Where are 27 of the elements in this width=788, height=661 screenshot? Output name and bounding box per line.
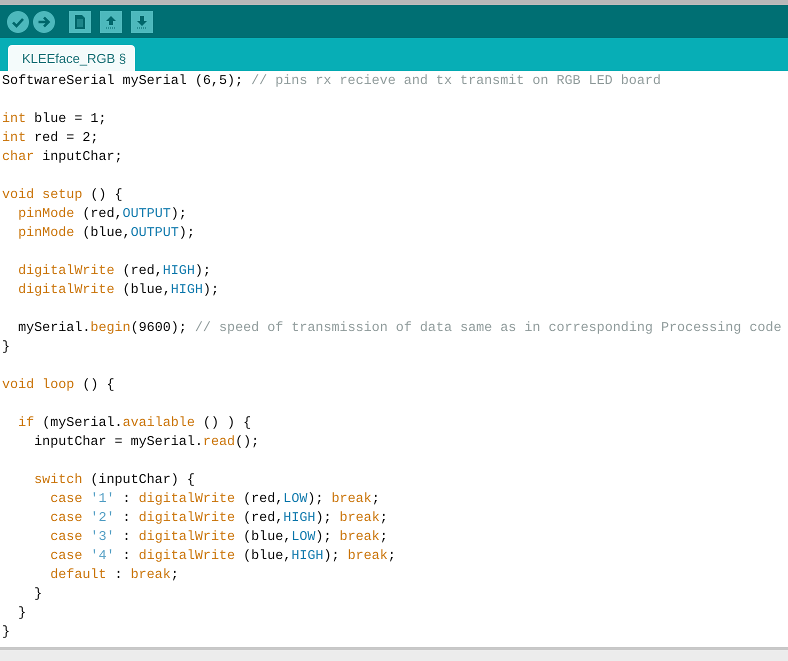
code-line: }	[33, 586, 42, 604]
code-line: case '2' : digitalWrite (red,HIGH); break;	[49, 510, 388, 528]
code-line: case '4' : digitalWrite (blue,HIGH); break;	[49, 548, 396, 566]
code-line: void loop () {	[1, 377, 115, 395]
code-editor[interactable]	[0, 71, 788, 650]
code-line: pinMode (red,OUTPUT);	[17, 206, 187, 224]
code-line: case '3' : digitalWrite (blue,LOW); break;	[49, 529, 388, 547]
code-line: inputChar = mySerial.read();	[33, 434, 260, 452]
code-line: default : break;	[49, 567, 179, 585]
code-line: case '1' : digitalWrite (red,LOW); break;	[49, 491, 380, 509]
code-line: if (mySerial.available () ) {	[17, 415, 252, 433]
verify-check-icon[interactable]	[7, 10, 29, 32]
code-line: int blue = 1;	[1, 111, 106, 129]
code-line: }	[1, 339, 10, 357]
code-line: mySerial.begin(9600); // speed of transmission of data same as in corresponding Processing code	[17, 320, 782, 338]
code-line: switch (inputChar) {	[33, 472, 195, 490]
code-line: digitalWrite (blue,HIGH);	[17, 282, 219, 300]
code-line: digitalWrite (red,HIGH);	[17, 263, 211, 281]
code-line: void setup () {	[1, 187, 123, 205]
code-line: int red = 2;	[1, 130, 98, 148]
code-line: char inputChar;	[1, 149, 123, 167]
new-file-icon[interactable]	[69, 10, 91, 32]
file-tab[interactable]: KLEEface_RGB §	[8, 45, 136, 71]
code-line: }	[17, 605, 26, 623]
code-line: pinMode (blue,OUTPUT);	[17, 225, 195, 243]
code-line: }	[1, 624, 10, 642]
code-line: SoftwareSerial mySerial (6,5); // pins rx recieve and tx transmit on RGB LED board	[1, 73, 661, 91]
